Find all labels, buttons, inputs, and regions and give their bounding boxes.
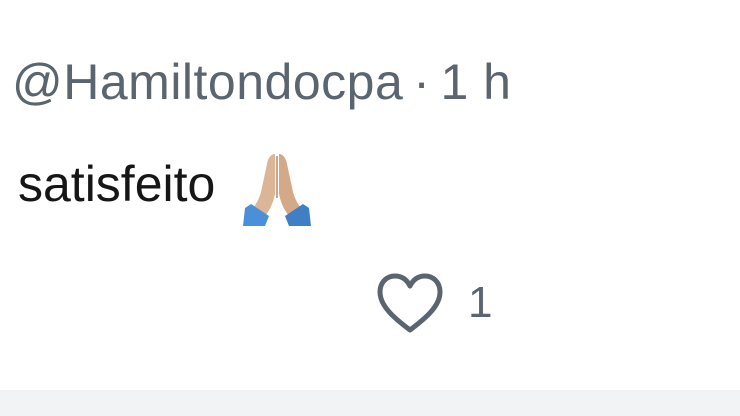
comment-timestamp: 1 h bbox=[440, 54, 512, 110]
comment-actions: 1 bbox=[374, 270, 492, 336]
comment-body: satisfeito bbox=[18, 140, 317, 228]
comment-meta: @Hamiltondocpa · 1 h bbox=[12, 52, 511, 112]
folded-hands-icon bbox=[237, 148, 317, 228]
username-link[interactable]: @Hamiltondocpa bbox=[12, 54, 403, 110]
bottom-divider bbox=[0, 390, 740, 416]
comment-text: satisfeito bbox=[18, 156, 216, 212]
comment-item: @Hamiltondocpa · 1 h satisfeito 1 bbox=[0, 0, 740, 416]
like-count: 1 bbox=[468, 278, 493, 327]
like-button[interactable]: 1 bbox=[374, 270, 492, 336]
heart-outline-icon bbox=[374, 270, 446, 336]
meta-separator: · bbox=[413, 54, 431, 110]
